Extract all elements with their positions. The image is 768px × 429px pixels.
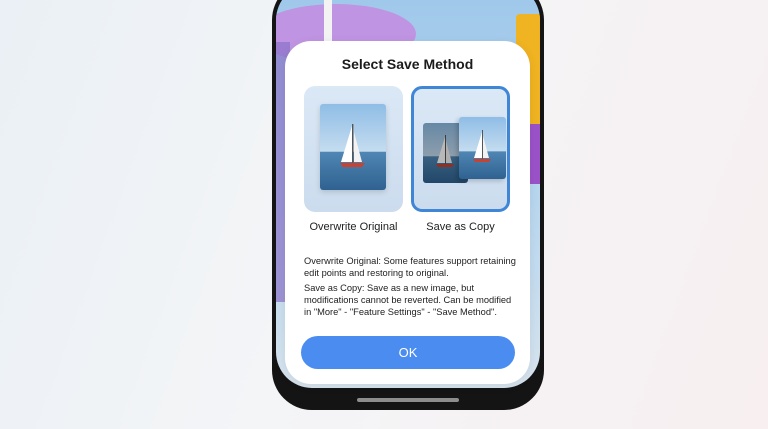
description-copy: Save as Copy: Save as a new image, but m… [304, 282, 512, 318]
option-overwrite-original[interactable] [304, 86, 403, 212]
home-indicator[interactable] [357, 398, 459, 402]
save-method-dialog: Select Save Method Overwrite Original Sa… [285, 41, 530, 384]
dialog-title: Select Save Method [341, 56, 474, 72]
description-overwrite: Overwrite Original: Some features suppor… [304, 256, 516, 279]
dialog-description: Overwrite Original: Some features suppor… [304, 255, 516, 320]
photo-copy-front-icon [459, 117, 506, 179]
ok-button[interactable]: OK [301, 336, 515, 369]
background-shape [324, 0, 332, 44]
option-save-as-copy[interactable] [411, 86, 510, 212]
option-label-copy: Save as Copy [426, 221, 495, 233]
single-photo-icon [320, 104, 386, 190]
option-label-overwrite: Overwrite Original [309, 221, 398, 233]
